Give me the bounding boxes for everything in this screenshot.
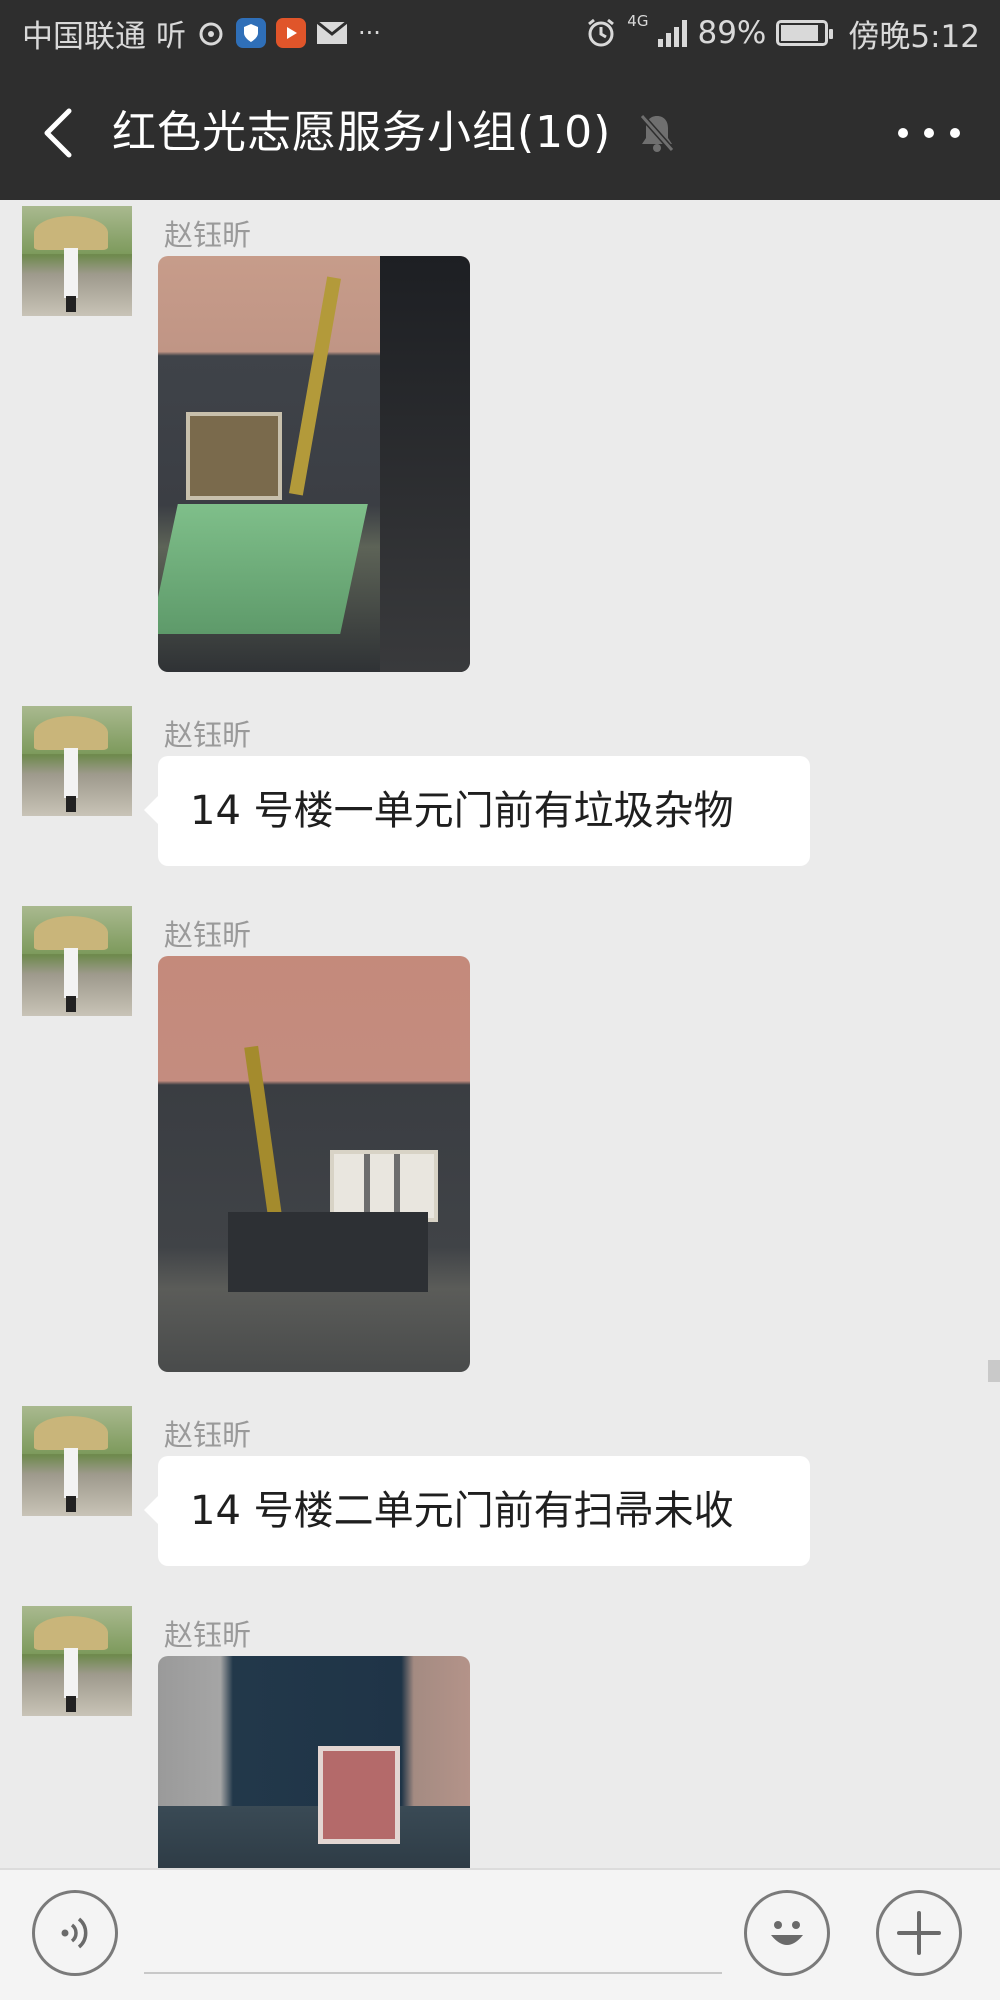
- voice-button[interactable]: [32, 1890, 118, 1976]
- plus-icon: [897, 1911, 941, 1955]
- sender-name: 赵钰昕: [164, 218, 252, 252]
- more-icon-dot: [924, 128, 934, 138]
- bell-off-icon: [639, 114, 675, 152]
- avatar[interactable]: [22, 1606, 132, 1716]
- sender-name: 赵钰昕: [164, 718, 252, 752]
- sender-name: 赵钰昕: [164, 918, 252, 952]
- alarm-icon: [585, 17, 617, 49]
- avatar[interactable]: [22, 206, 132, 316]
- scrollbar[interactable]: [988, 1360, 1000, 1382]
- image-message[interactable]: [158, 256, 470, 672]
- image-message[interactable]: [158, 956, 470, 1372]
- weibo-icon: [196, 18, 226, 48]
- back-arrow-icon: [44, 108, 72, 158]
- avatar[interactable]: [22, 706, 132, 816]
- voice-icon: [61, 1917, 88, 1949]
- shield-app-icon: [236, 18, 266, 48]
- more-notifications-icon: ···: [358, 19, 381, 47]
- carrier-label: 中国联通: [22, 18, 146, 55]
- back-button[interactable]: [28, 102, 88, 164]
- more-icon: [898, 128, 908, 138]
- status-bar-right: 4G 89% 傍晚5:12: [585, 0, 980, 66]
- battery-percent: 89%: [697, 15, 767, 51]
- plus-button[interactable]: [876, 1890, 962, 1976]
- text-message[interactable]: 14 号楼二单元门前有扫帚未收: [144, 1456, 810, 1566]
- chat-title: 红色光志愿服务小组(10): [112, 107, 612, 158]
- network-type: 4G: [627, 12, 649, 30]
- image-message[interactable]: [158, 1656, 470, 1868]
- battery-icon: [776, 20, 834, 46]
- signal-icon: [658, 19, 688, 47]
- status-bar-left: 中国联通 听 ···: [22, 0, 381, 66]
- input-bar: [0, 1868, 1000, 2000]
- text-message[interactable]: 14 号楼一单元门前有垃圾杂物: [144, 756, 810, 866]
- message-input[interactable]: [144, 1894, 722, 1974]
- mail-icon: [316, 21, 348, 45]
- ting-app-icon: 听: [156, 19, 186, 54]
- battery-fill: [781, 25, 819, 41]
- status-bar: 中国联通 听 ··· 4G 89% 傍晚5:12: [0, 0, 1000, 66]
- avatar[interactable]: [22, 906, 132, 1016]
- chat-header: 红色光志愿服务小组(10): [0, 66, 1000, 200]
- emoji-icon: [771, 1921, 803, 1945]
- sender-name: 赵钰昕: [164, 1418, 252, 1452]
- video-app-icon: [276, 18, 306, 48]
- more-button[interactable]: [898, 113, 960, 153]
- sender-name: 赵钰昕: [164, 1618, 252, 1652]
- more-icon-dot: [950, 128, 960, 138]
- avatar[interactable]: [22, 1406, 132, 1516]
- message-list[interactable]: 赵钰昕 赵钰昕 14 号楼一单元门前有垃圾杂物 赵钰昕 赵钰昕 14 号楼二单元…: [0, 200, 1000, 1868]
- emoji-button[interactable]: [744, 1890, 830, 1976]
- clock: 傍晚5:12: [848, 18, 980, 55]
